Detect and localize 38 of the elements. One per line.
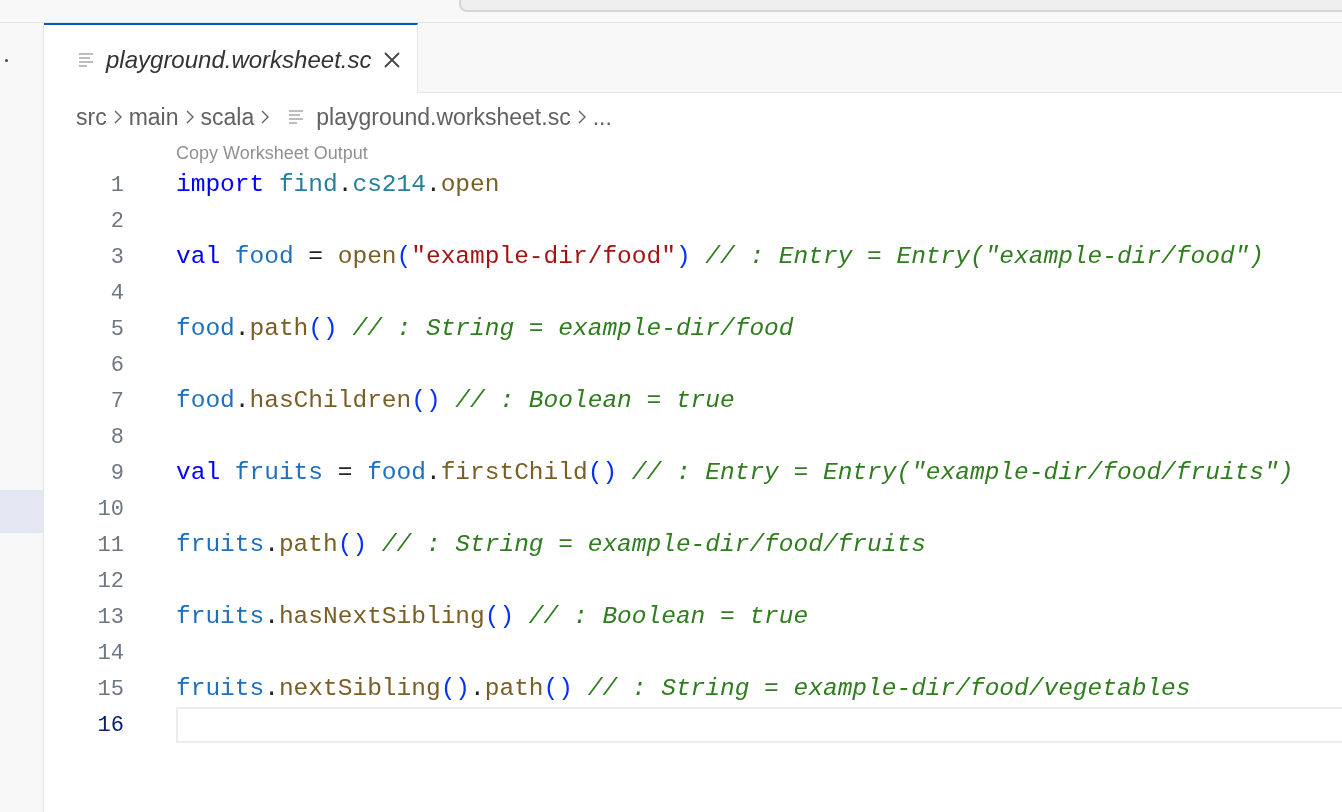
breadcrumb-item[interactable]: main — [128, 99, 179, 135]
close-icon[interactable] — [383, 50, 402, 69]
code-line: fruits.nextSibling().path() // : String = example-dir/food/vegetables — [176, 673, 1191, 704]
breadcrumb-item[interactable]: src — [76, 99, 107, 135]
codelens-link[interactable]: Copy Worksheet Output — [44, 141, 1342, 165]
line-number: 5 — [109, 315, 124, 344]
file-lines-icon — [78, 51, 94, 68]
file-lines-icon — [288, 109, 305, 125]
editor-tab[interactable]: playground.worksheet.sc — [44, 23, 419, 94]
breadcrumb-item[interactable]: scala — [200, 99, 255, 135]
code-line: fruits.hasNextSibling() // : Boolean = true — [176, 601, 809, 632]
line-number: 11 — [96, 531, 124, 560]
chevron-right-icon — [112, 109, 123, 125]
code-line: val food = open("example-dir/food") // : Entry = Entry("example-dir/food") — [176, 241, 1264, 272]
line-number: 15 — [96, 675, 124, 704]
line-number: 16 — [96, 711, 124, 740]
line-number: 10 — [96, 495, 124, 524]
code-line: food.hasChildren() // : Boolean = true — [176, 385, 735, 416]
line-number: 7 — [109, 387, 124, 416]
code-line: import find.cs214.open — [176, 169, 500, 200]
line-number: 6 — [109, 351, 124, 380]
line-number: 12 — [96, 567, 124, 596]
line-number: 9 — [109, 459, 124, 488]
code-line: food.path() // : String = example-dir/food — [176, 313, 794, 344]
code-line: val fruits = food.firstChild() // : Entry = Entry("example-dir/food/fruits") — [176, 457, 1294, 488]
chevron-right-icon — [184, 109, 195, 125]
line-number: 3 — [109, 243, 124, 272]
breadcrumb-more[interactable]: ... — [592, 99, 612, 135]
chevron-right-icon — [260, 109, 271, 125]
line-number: 14 — [96, 639, 124, 668]
line-number: 8 — [109, 423, 124, 452]
line-number: 13 — [96, 603, 124, 632]
line-number: 2 — [109, 207, 124, 236]
line-number: 4 — [109, 279, 124, 308]
chevron-right-icon — [576, 109, 587, 125]
code-line: fruits.path() // : String = example-dir/food/fruits — [176, 529, 926, 560]
line-number: 1 — [109, 171, 124, 200]
breadcrumb-item[interactable]: playground.worksheet.sc — [316, 99, 571, 135]
